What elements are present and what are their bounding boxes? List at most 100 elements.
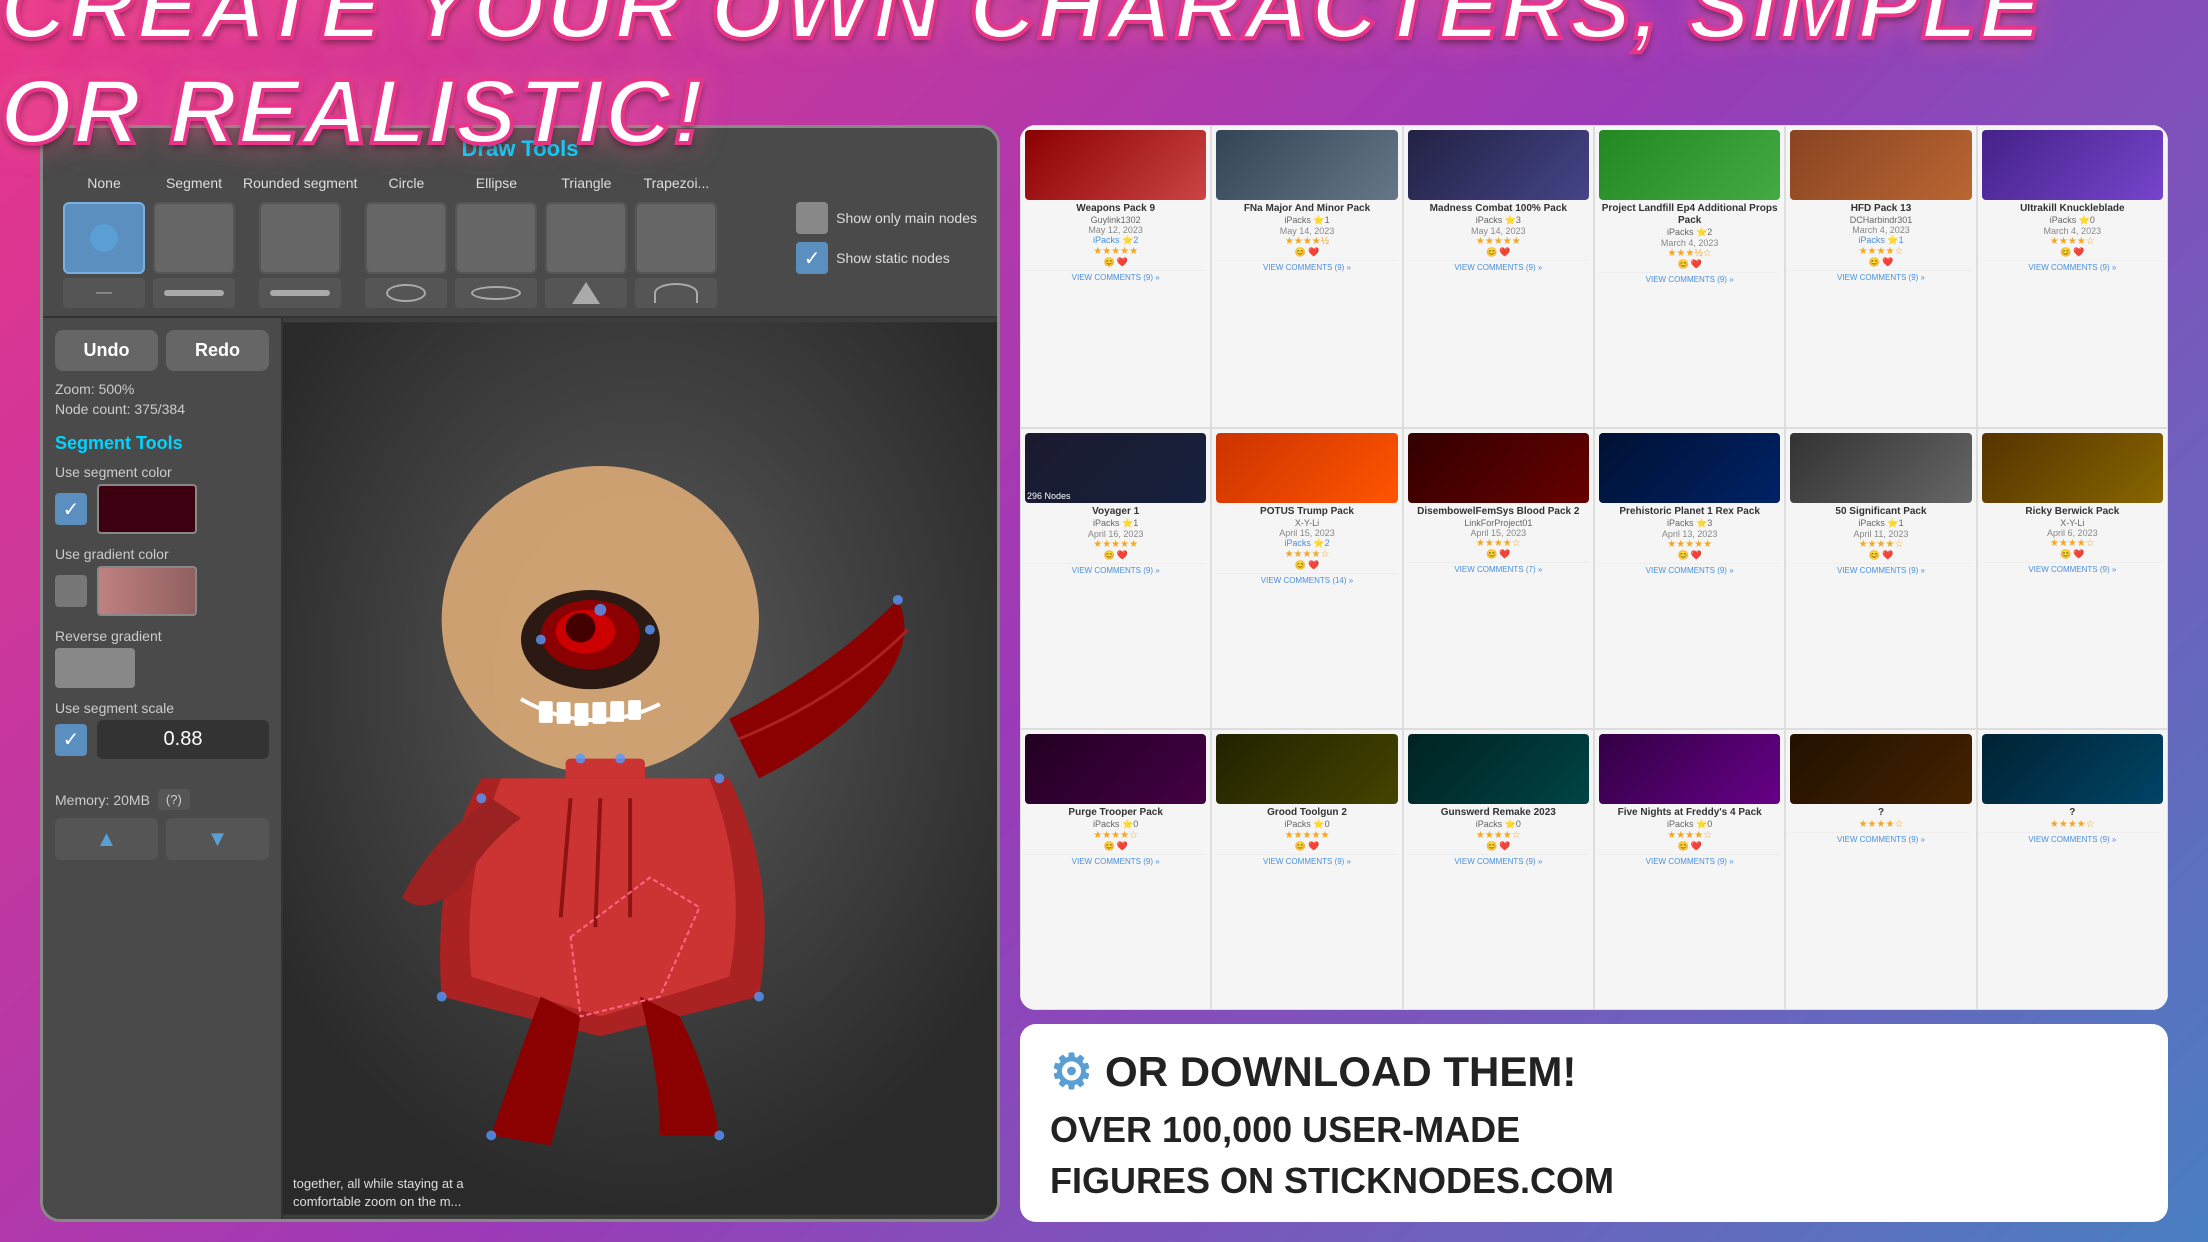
card-title-1: Weapons Pack 9 bbox=[1025, 203, 1206, 215]
tool-trapezoid[interactable]: Trapezoi... bbox=[635, 168, 717, 308]
tool-segment[interactable]: Segment bbox=[153, 168, 235, 308]
card-reactions-11: 😊❤️ bbox=[1790, 550, 1971, 561]
card-reactions-15: 😊❤️ bbox=[1408, 841, 1589, 852]
card-date-12: April 6, 2023 bbox=[1982, 528, 2163, 538]
card-date-11: April 11, 2023 bbox=[1790, 529, 1971, 539]
download-grid: Weapons Pack 9 Guylink1302 May 12, 2023 … bbox=[1020, 125, 2168, 1010]
right-panel: Weapons Pack 9 Guylink1302 May 12, 2023 … bbox=[1020, 125, 2168, 1222]
show-static-nodes-row: ✓ Show static nodes bbox=[796, 242, 977, 274]
card-stars-3: ★★★★★ bbox=[1408, 236, 1589, 247]
scale-row: ✓ 0.88 bbox=[55, 720, 269, 759]
download-card-8: POTUS Trump Pack X-Y-Li April 15, 2023 i… bbox=[1211, 428, 1402, 729]
view-comments-16[interactable]: VIEW COMMENTS (9) » bbox=[1599, 854, 1780, 866]
view-comments-18[interactable]: VIEW COMMENTS (9) » bbox=[1982, 832, 2163, 844]
card-title-5: HFD Pack 13 bbox=[1790, 203, 1971, 215]
use-segment-scale-label: Use segment scale bbox=[55, 700, 269, 716]
card-title-4: Project Landfill Ep4 Additional Props Pa… bbox=[1599, 203, 1780, 227]
card-title-9: DisembowelFemSys Blood Pack 2 bbox=[1408, 506, 1589, 518]
card-image-7: 296 Nodes bbox=[1025, 433, 1206, 503]
show-main-nodes-checkbox[interactable] bbox=[796, 202, 828, 234]
view-comments-5[interactable]: VIEW COMMENTS (9) » bbox=[1790, 270, 1971, 282]
download-card-4: Project Landfill Ep4 Additional Props Pa… bbox=[1594, 125, 1785, 428]
view-comments-8[interactable]: VIEW COMMENTS (14) » bbox=[1216, 573, 1397, 585]
scale-checkbox[interactable]: ✓ bbox=[55, 724, 87, 756]
gradient-color-checkbox[interactable] bbox=[55, 575, 87, 607]
view-comments-3[interactable]: VIEW COMMENTS (9) » bbox=[1408, 260, 1589, 272]
card-author-5: DCHarbindr301 bbox=[1790, 215, 1971, 225]
redo-button[interactable]: Redo bbox=[166, 330, 269, 371]
show-main-nodes-row: Show only main nodes bbox=[796, 202, 977, 234]
card-reactions-2: 😊❤️ bbox=[1216, 247, 1397, 258]
view-comments-4[interactable]: VIEW COMMENTS (9) » bbox=[1599, 272, 1780, 284]
card-reactions-1: 😊❤️ bbox=[1025, 257, 1206, 268]
card-title-7: Voyager 1 bbox=[1025, 506, 1206, 518]
tool-rounded-segment[interactable]: Rounded segment bbox=[243, 168, 357, 308]
card-reactions-14: 😊❤️ bbox=[1216, 841, 1397, 852]
show-main-nodes-label: Show only main nodes bbox=[836, 210, 977, 226]
view-comments-13[interactable]: VIEW COMMENTS (9) » bbox=[1025, 854, 1206, 866]
card-date-10: April 13, 2023 bbox=[1599, 529, 1780, 539]
download-card-3: Madness Combat 100% Pack iPacks ⭐3 May 1… bbox=[1403, 125, 1594, 428]
card-stars-5: ★★★★☆ bbox=[1790, 246, 1971, 257]
card-title-6: UItrakill Knuckleblade bbox=[1982, 203, 2163, 215]
show-static-nodes-checkbox[interactable]: ✓ bbox=[796, 242, 828, 274]
card-author-11: iPacks ⭐1 bbox=[1790, 518, 1971, 529]
zoom-info: Zoom: 500% bbox=[55, 381, 269, 397]
view-comments-12[interactable]: VIEW COMMENTS (9) » bbox=[1982, 562, 2163, 574]
download-cta-title: ⚙ OR DOWNLOAD THEM! bbox=[1050, 1044, 2138, 1100]
card-title-12: Ricky Berwick Pack bbox=[1982, 506, 2163, 518]
card-reactions-4: 😊❤️ bbox=[1599, 259, 1780, 270]
view-comments-14[interactable]: VIEW COMMENTS (9) » bbox=[1216, 854, 1397, 866]
gradient-color-swatch[interactable] bbox=[97, 566, 197, 616]
view-comments-11[interactable]: VIEW COMMENTS (9) » bbox=[1790, 563, 1971, 575]
card-reactions-3: 😊❤️ bbox=[1408, 247, 1589, 258]
card-image-12 bbox=[1982, 433, 2163, 503]
card-author-2: iPacks ⭐1 bbox=[1216, 215, 1397, 226]
trapezoid-icon-small bbox=[635, 278, 717, 308]
card-title-13: Purge Trooper Pack bbox=[1025, 807, 1206, 819]
card-stars-6: ★★★★☆ bbox=[1982, 236, 2163, 247]
download-card-2: FNa Major And Minor Pack iPacks ⭐1 May 1… bbox=[1211, 125, 1402, 428]
view-comments-7[interactable]: VIEW COMMENTS (9) » bbox=[1025, 563, 1206, 575]
tool-circle[interactable]: Circle bbox=[365, 168, 447, 308]
card-author-12: X-Y-Li bbox=[1982, 518, 2163, 528]
segment-icon-small bbox=[153, 278, 235, 308]
tool-ellipse[interactable]: Ellipse bbox=[455, 168, 537, 308]
tool-none[interactable]: None — bbox=[63, 168, 145, 308]
segment-color-swatch[interactable] bbox=[97, 484, 197, 534]
card-author-6: iPacks ⭐0 bbox=[1982, 215, 2163, 226]
card-stars-14: ★★★★★ bbox=[1216, 830, 1397, 841]
segment-color-checkbox[interactable]: ✓ bbox=[55, 493, 87, 525]
card-reactions-10: 😊❤️ bbox=[1599, 550, 1780, 561]
draw-tools-row: None — Segment Rounded segment bbox=[63, 168, 977, 308]
canvas-bottom-text: together, all while staying at a comfort… bbox=[293, 1175, 987, 1211]
download-card-18: ? ★★★★☆ VIEW COMMENTS (9) » bbox=[1977, 729, 2168, 1010]
download-card-12: Ricky Berwick Pack X-Y-Li April 6, 2023 … bbox=[1977, 428, 2168, 729]
download-cta-sub2: FIGURES ON STICKNODES.COM bbox=[1050, 1159, 2138, 1202]
undo-button[interactable]: Undo bbox=[55, 330, 158, 371]
memory-text: Memory: 20MB bbox=[55, 792, 150, 808]
banner-title: CREATE YOUR OWN CHARACTERS, SIMPLE OR RE… bbox=[0, 0, 2208, 165]
download-cta: ⚙ OR DOWNLOAD THEM! OVER 100,000 USER-MA… bbox=[1020, 1024, 2168, 1222]
tool-triangle[interactable]: Triangle bbox=[545, 168, 627, 308]
segment-tools-title: Segment Tools bbox=[55, 433, 269, 454]
view-comments-15[interactable]: VIEW COMMENTS (9) » bbox=[1408, 854, 1589, 866]
download-card-6: UItrakill Knuckleblade iPacks ⭐0 March 4… bbox=[1977, 125, 2168, 428]
view-comments-9[interactable]: VIEW COMMENTS (7) » bbox=[1408, 562, 1589, 574]
card-author-9: LinkForProject01 bbox=[1408, 518, 1589, 528]
view-comments-17[interactable]: VIEW COMMENTS (9) » bbox=[1790, 832, 1971, 844]
bottom-buttons: ▲ ▼ bbox=[55, 818, 269, 860]
bottom-btn-left[interactable]: ▲ bbox=[55, 818, 158, 860]
view-comments-1[interactable]: VIEW COMMENTS (9) » bbox=[1025, 270, 1206, 282]
bottom-btn-right[interactable]: ▼ bbox=[166, 818, 269, 860]
view-comments-10[interactable]: VIEW COMMENTS (9) » bbox=[1599, 563, 1780, 575]
view-comments-2[interactable]: VIEW COMMENTS (9) » bbox=[1216, 260, 1397, 272]
view-comments-6[interactable]: VIEW COMMENTS (9) » bbox=[1982, 260, 2163, 272]
card-date-4: March 4, 2023 bbox=[1599, 238, 1780, 248]
use-segment-color-label: Use segment color bbox=[55, 464, 269, 480]
card-date-1: May 12, 2023 bbox=[1025, 225, 1206, 235]
canvas-area[interactable]: together, all while staying at a comfort… bbox=[283, 318, 997, 1219]
question-button[interactable]: (?) bbox=[158, 789, 190, 810]
card-reactions-9: 😊❤️ bbox=[1408, 549, 1589, 560]
card-reactions-7: 😊❤️ bbox=[1025, 550, 1206, 561]
